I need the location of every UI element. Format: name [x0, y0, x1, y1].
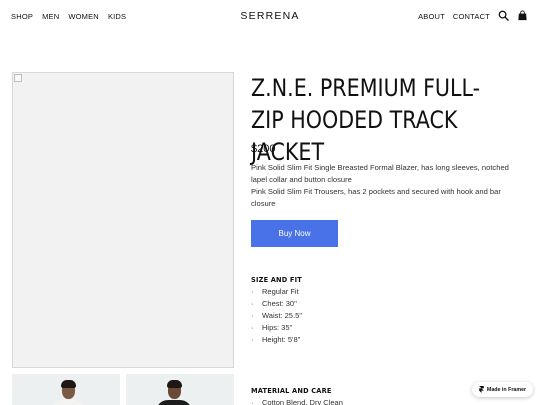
description-line: Pink Solid Slim Fit Trousers, has 2 pock… — [251, 187, 501, 208]
nav-link-contact[interactable]: CONTACT — [453, 12, 490, 21]
brand-logo[interactable]: SERRENA — [240, 10, 299, 22]
size-fit-heading: SIZE AND FIT — [251, 275, 302, 284]
product-description: Pink Solid Slim Fit Single Breasted Form… — [251, 162, 527, 210]
nav-left-links: SHOP MEN WOMEN KIDS — [11, 12, 126, 21]
nav-link-about[interactable]: ABOUT — [418, 12, 445, 21]
nav-link-shop[interactable]: SHOP — [11, 12, 33, 21]
framer-logo-icon — [479, 386, 484, 393]
list-item: Height: 5'8'' — [251, 334, 302, 346]
model-figure — [156, 378, 192, 405]
description-line: Pink Solid Slim Fit Single Breasted Form… — [251, 163, 509, 184]
list-item: Hips: 35'' — [251, 322, 302, 334]
nav-link-men[interactable]: MEN — [42, 12, 59, 21]
nav-link-women[interactable]: WOMEN — [68, 12, 99, 21]
material-care-list: Cotton Blend, Dry Clean — [251, 397, 343, 405]
model-figure — [50, 378, 86, 405]
buy-now-button[interactable]: Buy Now — [251, 220, 338, 247]
product-price: $200 — [251, 143, 276, 155]
size-fit-list: Regular Fit Chest: 30'' Waist: 25.5'' Hi… — [251, 286, 302, 346]
material-care-heading: MATERIAL AND CARE — [251, 386, 332, 395]
list-item: Cotton Blend, Dry Clean — [251, 397, 343, 405]
product-thumbnail-1[interactable] — [12, 374, 120, 405]
list-item: Chest: 30'' — [251, 298, 302, 310]
broken-image-icon — [14, 74, 22, 82]
product-title: Z.N.E. PREMIUM FULL-ZIP HOODED TRACK JAC… — [251, 74, 481, 166]
framer-badge-label: Made in Framer — [486, 386, 527, 393]
made-in-framer-badge[interactable]: Made in Framer — [472, 382, 533, 397]
list-item: Regular Fit — [251, 286, 302, 298]
nav-link-kids[interactable]: KIDS — [108, 12, 126, 21]
top-nav: SHOP MEN WOMEN KIDS SERRENA ABOUT CONTAC… — [0, 0, 540, 34]
list-item: Waist: 25.5'' — [251, 310, 302, 322]
nav-right: ABOUT CONTACT — [418, 10, 528, 21]
product-thumbnail-2[interactable] — [126, 374, 234, 405]
product-main-image — [12, 72, 234, 368]
shopping-bag-icon[interactable] — [517, 10, 528, 21]
search-icon[interactable] — [498, 10, 509, 21]
